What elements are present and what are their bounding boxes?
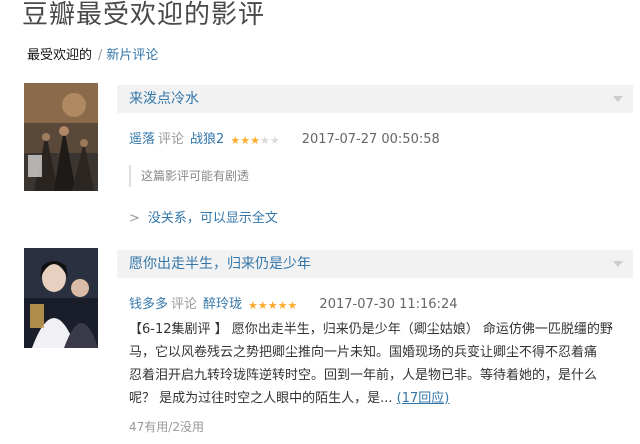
rating-stars: ★★★★★ — [248, 298, 297, 313]
excerpt-line: 【6-12集剧评 】 愿你出走半生，归来仍是少年（卿尘姑娘） 命运仿佛一匹脱缰的… — [129, 322, 613, 337]
show-full-link[interactable]: 没关系，可以显示全文 — [148, 211, 278, 226]
breadcrumb-current: 最受欢迎的 — [27, 48, 93, 63]
breadcrumb: 最受欢迎的 / 新片评论 — [27, 44, 158, 63]
page-title: 豆瓣最受欢迎的影评 — [22, 0, 266, 30]
star-empty-icon: ★ — [259, 134, 270, 147]
movie-poster-zui-ling-long[interactable] — [24, 248, 98, 356]
show-full-text[interactable]: > 没关系，可以显示全文 — [129, 207, 278, 226]
review-time: 2017-07-30 11:16:24 — [319, 297, 458, 312]
star-filled-icon: ★ — [287, 299, 298, 312]
star-filled-icon: ★ — [250, 134, 260, 147]
star-filled-icon: ★ — [230, 134, 241, 147]
star-filled-icon: ★ — [248, 299, 258, 312]
review-title[interactable]: 愿你出走半生，归来仍是少年 — [129, 256, 311, 272]
star-filled-icon: ★ — [240, 134, 251, 147]
review-movie-link[interactable]: 战狼2 — [190, 132, 224, 147]
excerpt-line: 呢？ 是成为过往时空之人眼中的陌生人，是... (17回应) — [129, 387, 629, 410]
star-empty-icon: ★ — [269, 134, 280, 147]
chevron-right-icon: > — [129, 211, 140, 226]
breadcrumb-link-new-reviews[interactable]: 新片评论 — [106, 48, 158, 63]
star-filled-icon: ★ — [257, 299, 268, 312]
review-action: 评论 — [158, 132, 185, 147]
rating-stars: ★★★★★ — [230, 133, 279, 148]
review-movie-link[interactable]: 醉玲珑 — [203, 297, 242, 312]
review-excerpt: 【6-12集剧评 】 愿你出走半生，归来仍是少年（卿尘姑娘） 命运仿佛一匹脱缰的… — [129, 318, 629, 410]
chevron-down-icon[interactable] — [613, 96, 623, 102]
review-title[interactable]: 来泼点冷水 — [129, 91, 199, 107]
spoiler-notice: 这篇影评可能有剧透 — [129, 165, 249, 187]
excerpt-line: 马，它以风卷残云之势把卿尘推向一片未知。国婚现场的兵变让卿尘不得不忍着痛 — [129, 345, 598, 360]
useful-vote[interactable]: 47有用 — [129, 420, 168, 434]
excerpt-line-text: 呢？ 是成为过往时空之人眼中的陌生人，是... — [129, 391, 393, 406]
review-meta: 遥落 评论 战狼2 ★★★★★ 2017-07-27 00:50:58 — [129, 128, 440, 148]
review-meta: 钱多多 评论 醉玲珑 ★★★★★ 2017-07-30 11:16:24 — [129, 293, 458, 313]
star-filled-icon: ★ — [277, 299, 288, 312]
breadcrumb-separator: / — [98, 48, 103, 63]
review-time: 2017-07-27 00:50:58 — [301, 132, 440, 147]
review-author[interactable]: 遥落 — [129, 132, 155, 147]
review-title-bar[interactable]: 愿你出走半生，归来仍是少年 — [117, 250, 633, 278]
useless-vote[interactable]: 2没用 — [172, 420, 204, 434]
vote-counts: 47有用/2没用 — [129, 418, 204, 435]
chevron-down-icon[interactable] — [613, 261, 623, 267]
review-action: 评论 — [171, 297, 198, 312]
review-title-bar[interactable]: 来泼点冷水 — [117, 85, 633, 113]
review-author[interactable]: 钱多多 — [129, 297, 168, 312]
star-filled-icon: ★ — [267, 299, 278, 312]
movie-poster-wolf-warrior-2[interactable] — [24, 83, 98, 191]
excerpt-line: 忍着泪开启九转玲珑阵逆转时空。回到一年前，人是物已非。等待着她的，是什么 — [129, 368, 598, 383]
reply-count-link[interactable]: (17回应) — [397, 391, 450, 406]
